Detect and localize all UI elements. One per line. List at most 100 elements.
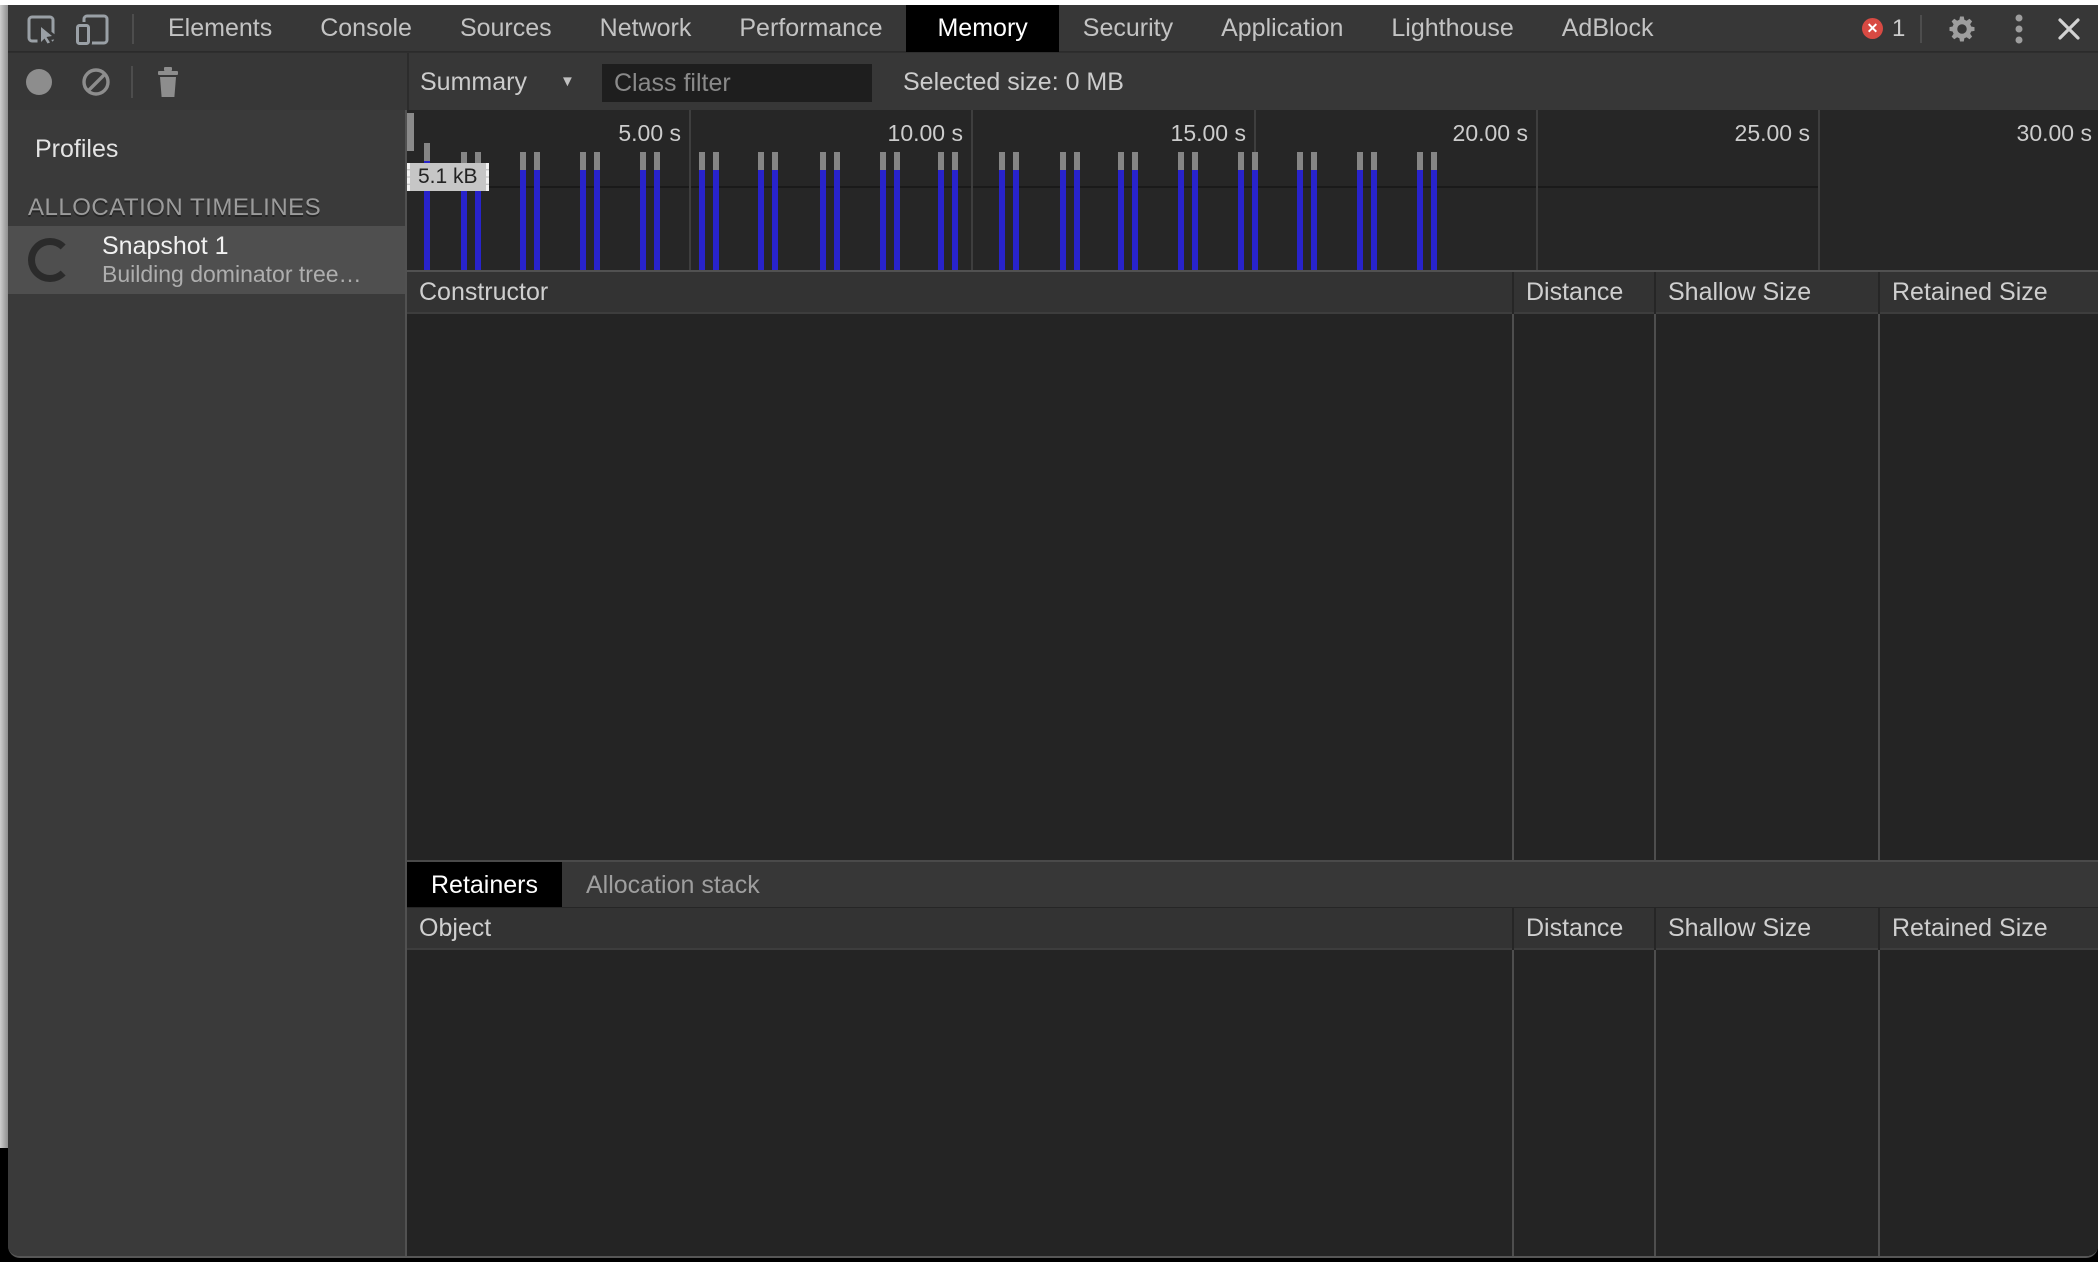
object-table-body[interactable] — [407, 950, 2098, 1256]
timeline-gridline — [1818, 110, 1820, 270]
timeline-gridline — [971, 110, 973, 270]
allocation-bar — [1192, 152, 1198, 270]
tab-network[interactable]: Network — [600, 5, 692, 52]
tab-memory[interactable]: Memory — [906, 5, 1059, 52]
allocation-bar — [1060, 152, 1066, 270]
allocation-bar — [938, 152, 944, 270]
timeline-tick-label: 20.00 s — [1452, 120, 1528, 146]
column-separator — [1512, 314, 1514, 860]
panel-tabs: Elements Console Sources Network Performance… — [168, 5, 1653, 52]
devtools-tab-bar: Elements Console Sources Network Performance… — [8, 5, 2098, 52]
sidebar-item-snapshot[interactable]: Snapshot 1 Building dominator tree… — [8, 226, 405, 294]
constructor-column-shallow-size[interactable]: Shallow Size — [1654, 272, 1878, 314]
perspective-select[interactable]: Summary — [420, 53, 527, 111]
memory-toolbar: Summary ▼ Selected size: 0 MB — [8, 52, 2098, 111]
chevron-down-icon[interactable]: ▼ — [560, 53, 575, 111]
timeline-max-size-label: 5.1 kB — [407, 163, 489, 191]
timeline-tick-label: 25.00 s — [1734, 120, 1810, 146]
tab-application[interactable]: Application — [1221, 5, 1343, 52]
error-count[interactable]: 1 — [1892, 5, 1905, 52]
object-column-shallow-size[interactable]: Shallow Size — [1654, 908, 1878, 950]
allocation-bar — [713, 152, 719, 270]
page-scrollbar-edge — [0, 5, 8, 1148]
allocation-bar — [1132, 152, 1138, 270]
allocation-bar — [880, 152, 886, 270]
tab-lighthouse[interactable]: Lighthouse — [1391, 5, 1513, 52]
timeline-gridline — [1536, 110, 1538, 270]
constructor-column-distance[interactable]: Distance — [1512, 272, 1654, 314]
tab-bar-separator — [132, 14, 134, 44]
constructor-table-body[interactable] — [407, 314, 2098, 860]
snapshot-name: Snapshot 1 — [102, 232, 229, 260]
selected-size-label: Selected size: 0 MB — [903, 68, 1124, 96]
object-column-object[interactable]: Object — [407, 908, 1512, 950]
toolbar-separator — [131, 66, 133, 98]
timeline-gridline — [689, 110, 691, 270]
allocation-bar — [772, 152, 778, 270]
timeline-gridline-horizontal — [407, 186, 1818, 188]
constructor-column-retained-size[interactable]: Retained Size — [1878, 272, 2098, 314]
subtab-allocation-stack[interactable]: Allocation stack — [562, 862, 784, 907]
error-badge-icon[interactable]: ✕ — [1862, 18, 1883, 39]
allocation-bar — [1013, 152, 1019, 270]
allocation-bar — [1357, 152, 1363, 270]
object-column-distance[interactable]: Distance — [1512, 908, 1654, 950]
snapshot-status: Building dominator tree… — [102, 261, 362, 287]
allocation-timeline-overview[interactable]: 5.1 kB 5.00 s 10.00 s 15.00 s 20.00 s 25.00 … — [407, 110, 2098, 272]
constructor-column-constructor[interactable]: Constructor — [407, 272, 1512, 314]
object-column-retained-size[interactable]: Retained Size — [1878, 908, 2098, 950]
allocation-bar — [894, 152, 900, 270]
tab-elements[interactable]: Elements — [168, 5, 272, 52]
allocation-bar — [1417, 152, 1423, 270]
retainers-tab-bar: Retainers Allocation stack — [407, 860, 2098, 908]
allocation-bar — [1074, 152, 1080, 270]
settings-gear-icon[interactable] — [1944, 12, 1980, 46]
devtools-window: Elements Console Sources Network Performance… — [8, 5, 2098, 1258]
allocation-bar — [758, 152, 764, 270]
profiles-sidebar: Profiles ALLOCATION TIMELINES Snapshot 1… — [8, 110, 407, 1256]
device-toolbar-icon[interactable] — [74, 13, 109, 47]
tab-console[interactable]: Console — [320, 5, 412, 52]
memory-main-panel: 5.1 kB 5.00 s 10.00 s 15.00 s 20.00 s 25.00 … — [407, 110, 2098, 1256]
class-filter-input[interactable] — [602, 64, 872, 102]
allocation-bar — [1431, 152, 1437, 270]
record-heap-icon[interactable] — [21, 65, 57, 99]
allocation-bar — [820, 152, 826, 270]
clear-profiles-icon[interactable] — [78, 65, 114, 99]
allocation-bar — [1238, 152, 1244, 270]
allocation-bar — [520, 152, 526, 270]
column-separator — [1512, 950, 1514, 1256]
tab-security[interactable]: Security — [1083, 5, 1173, 52]
allocation-bar — [1297, 152, 1303, 270]
allocation-bar — [999, 152, 1005, 270]
loading-spinner-icon — [28, 238, 72, 282]
inspect-element-icon[interactable] — [25, 13, 59, 45]
close-icon[interactable] — [2051, 12, 2087, 46]
tab-adblock[interactable]: AdBlock — [1562, 5, 1654, 52]
allocation-bar — [699, 152, 705, 270]
delete-trash-icon[interactable] — [150, 65, 186, 99]
object-table-header: Object Distance Shallow Size Retained Size — [407, 908, 2098, 950]
allocation-bar — [654, 152, 660, 270]
column-separator — [1878, 950, 1880, 1256]
allocation-timelines-heading: ALLOCATION TIMELINES — [28, 194, 322, 221]
toolbar-divider — [407, 53, 409, 111]
allocation-bar — [534, 152, 540, 270]
timeline-tick-label: 10.00 s — [887, 120, 963, 146]
tab-sources[interactable]: Sources — [460, 5, 552, 52]
allocation-bar — [1178, 152, 1184, 270]
timeline-tick-label: 30.00 s — [2016, 120, 2092, 146]
icons-separator — [1920, 15, 1922, 43]
allocation-bar — [952, 152, 958, 270]
subtab-retainers[interactable]: Retainers — [407, 862, 562, 907]
allocation-bar — [594, 152, 600, 270]
allocation-bar — [834, 152, 840, 270]
profiles-title: Profiles — [35, 135, 119, 163]
constructor-table-header: Constructor Distance Shallow Size Retained … — [407, 272, 2098, 314]
allocation-bar — [580, 152, 586, 270]
tab-performance[interactable]: Performance — [739, 5, 882, 52]
timeline-scroll-handle[interactable] — [407, 113, 414, 151]
allocation-bar — [1371, 152, 1377, 270]
kebab-menu-icon[interactable] — [2001, 12, 2037, 46]
content-area: Profiles ALLOCATION TIMELINES Snapshot 1… — [8, 110, 2098, 1256]
